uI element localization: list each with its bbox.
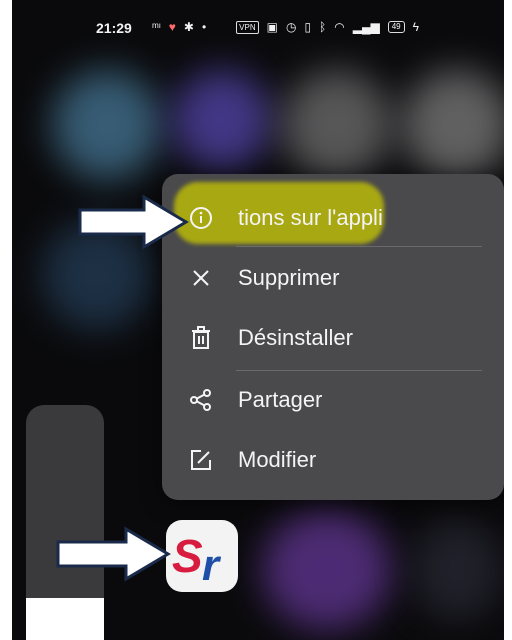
app-icon-letter-s: S (172, 530, 203, 582)
vpn-badge: VPN (236, 20, 259, 34)
blurred-app-icon (402, 70, 504, 180)
alarm-icon: ◷ (285, 20, 297, 34)
info-icon (188, 205, 214, 231)
blurred-app-icon (282, 70, 392, 180)
notification-icon: ᵐᶦ (152, 20, 161, 34)
status-bar: 21:29 ᵐᶦ ♥ ✱ • VPN ▣ ◷ ▯ ᛒ ◠ ▂▄▆ 49 ϟ (12, 12, 504, 42)
blurred-app-icon (52, 70, 162, 180)
bluetooth-icon: ᛒ (319, 20, 327, 34)
bug-icon: ✱ (183, 20, 194, 34)
charging-icon: ϟ (412, 20, 419, 34)
menu-item-label: Supprimer (238, 265, 340, 290)
menu-item-label: Partager (238, 387, 323, 412)
heart-icon: ♥ (168, 20, 176, 34)
signal-icon: ▂▄▆ (352, 20, 380, 34)
blurred-app-icon (412, 520, 502, 620)
widget-white-area (26, 598, 104, 640)
share-icon (188, 387, 214, 413)
menu-item-label: tions sur l'appli (238, 205, 383, 230)
menu-divider (236, 370, 482, 371)
menu-item-modifier[interactable]: Modifier (162, 432, 504, 488)
menu-item-partager[interactable]: Partager (162, 372, 504, 428)
blurred-app-icon (262, 510, 392, 630)
battery-indicator: 49 (387, 21, 405, 33)
menu-item-app-info[interactable]: tions sur l'appli (162, 182, 504, 246)
phone-screen: 21:29 ᵐᶦ ♥ ✱ • VPN ▣ ◷ ▯ ᛒ ◠ ▂▄▆ 49 ϟ ti… (12, 0, 504, 640)
wifi-icon: ◠ (334, 20, 345, 34)
arrow-pointer-icon (56, 526, 171, 582)
trash-icon (188, 325, 214, 351)
status-time: 21:29 (96, 20, 132, 36)
menu-item-desinstaller[interactable]: Désinstaller (162, 310, 504, 366)
menu-item-label: Modifier (238, 447, 317, 472)
app-context-menu: tions sur l'appli Supprimer Désinstaller… (162, 174, 504, 500)
menu-item-supprimer[interactable]: Supprimer (162, 250, 504, 306)
menu-item-label: Désinstaller (238, 325, 353, 350)
close-icon (188, 265, 214, 291)
menu-divider (236, 246, 482, 247)
nfc-icon: ▣ (266, 20, 278, 34)
vibrate-icon: ▯ (304, 20, 312, 34)
dot-icon: • (201, 20, 207, 34)
status-icons: ᵐᶦ ♥ ✱ • VPN ▣ ◷ ▯ ᛒ ◠ ▂▄▆ 49 ϟ (152, 20, 419, 34)
arrow-pointer-icon (78, 194, 189, 250)
edit-icon (188, 447, 214, 473)
app-icon-letter-r: r (202, 541, 222, 590)
app-icon[interactable]: S r (166, 520, 238, 592)
blurred-app-icon (172, 70, 272, 170)
